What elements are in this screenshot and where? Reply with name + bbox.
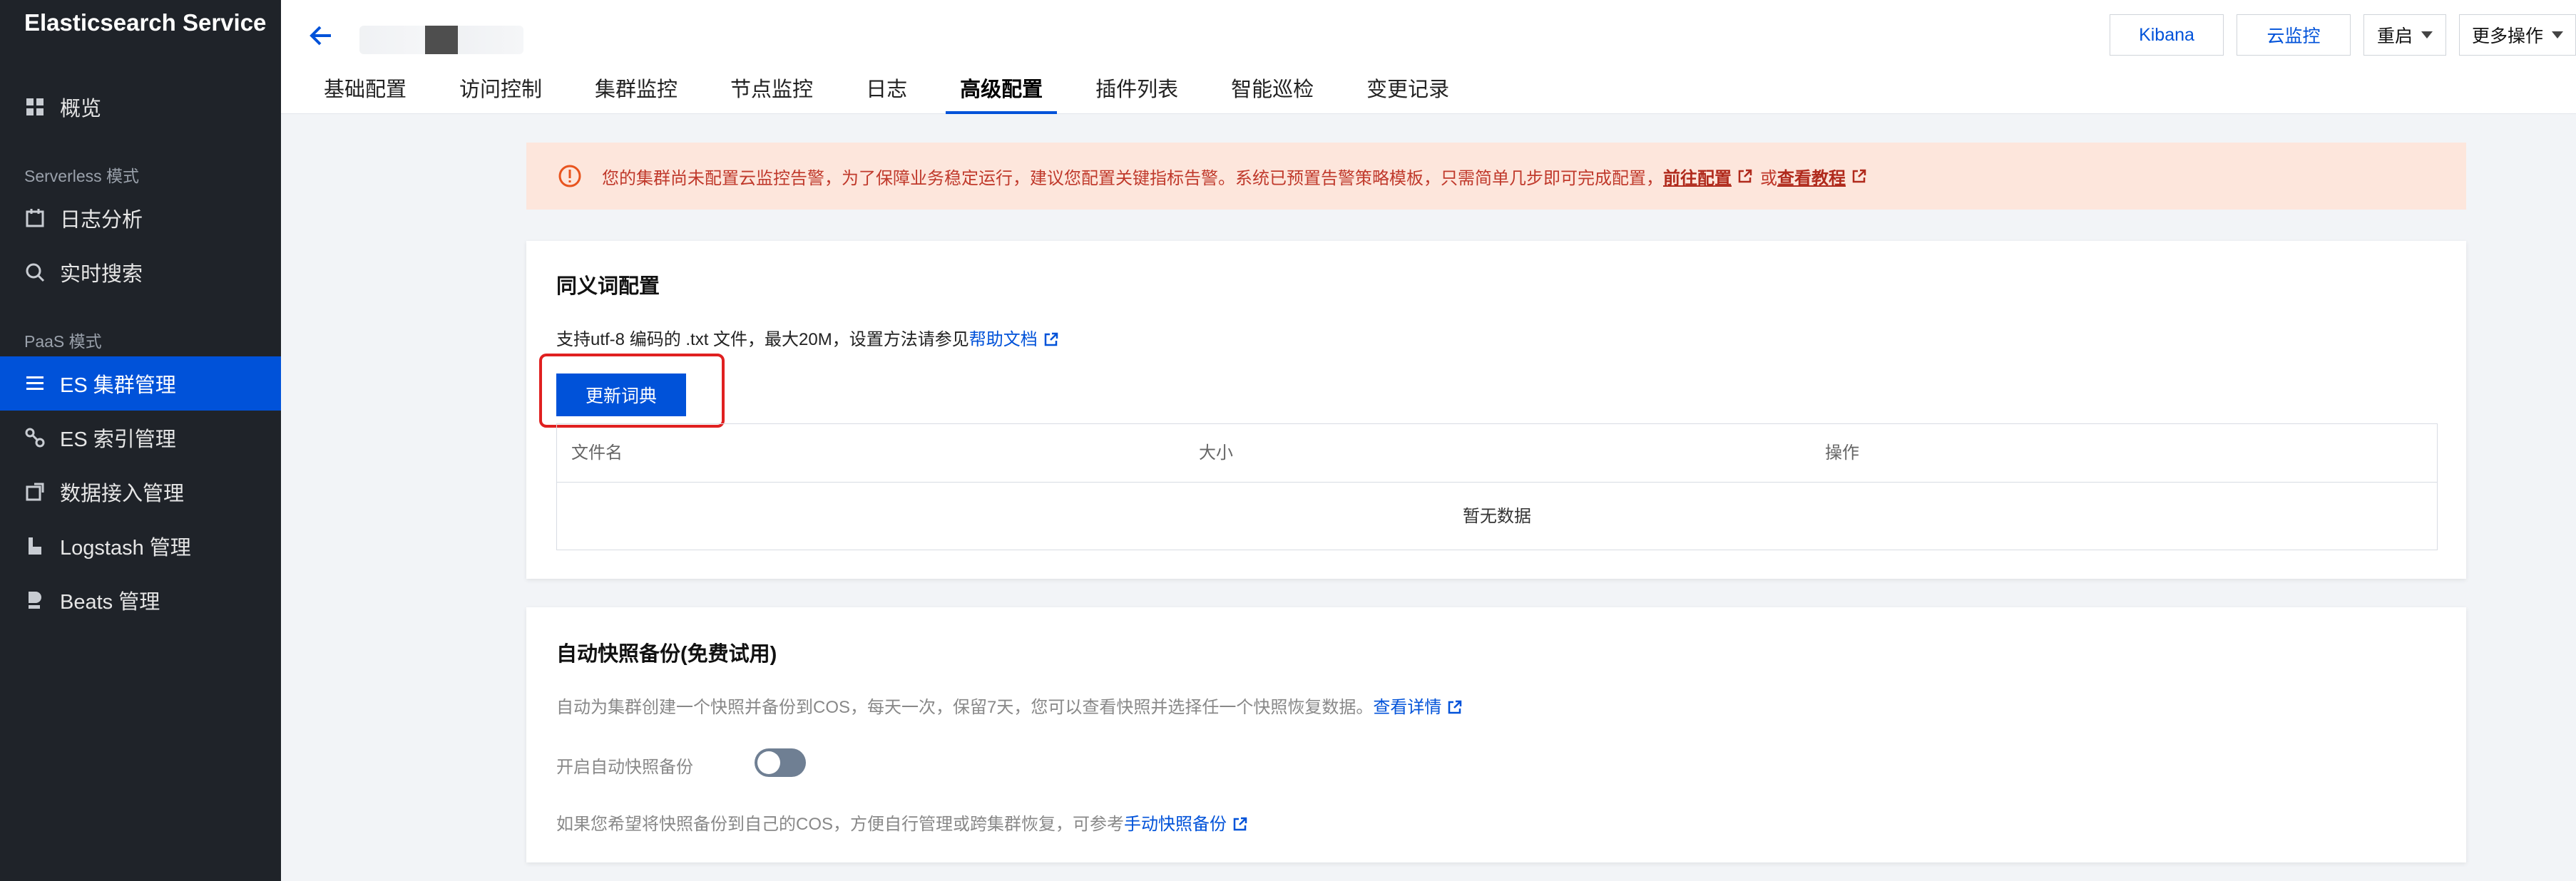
manual-snapshot-description: 如果您希望将快照备份到自己的COS，方便自行管理或跨集群恢复，可参考手动快照备份 xyxy=(556,810,1255,835)
caret-down-icon xyxy=(2552,31,2563,38)
auto-snapshot-toggle[interactable] xyxy=(755,748,806,777)
import-icon xyxy=(24,481,46,503)
sidebar-item-log-analysis[interactable]: 日志分析 xyxy=(0,191,281,245)
tab-advanced-config[interactable]: 高级配置 xyxy=(946,74,1058,114)
cluster-name-redacted xyxy=(359,26,523,54)
grid-icon xyxy=(24,96,46,118)
synonym-card-title: 同义词配置 xyxy=(556,275,660,298)
external-link-icon xyxy=(1232,816,1248,832)
sidebar-item-es-cluster[interactable]: ES 集群管理 xyxy=(0,356,281,411)
caret-down-icon xyxy=(2421,31,2433,38)
manual-snapshot-link[interactable]: 手动快照备份 xyxy=(1124,815,1227,834)
table-empty-state: 暂无数据 xyxy=(1463,507,1531,526)
cloud-monitor-button[interactable]: 云监控 xyxy=(2237,14,2351,56)
section-label-serverless: Serverless 模式 xyxy=(24,167,140,185)
sidebar-item-label: Logstash 管理 xyxy=(60,537,191,560)
external-link-icon xyxy=(1447,699,1463,715)
tab-bar: 基础配置 访问控制 集群监控 节点监控 日志 高级配置 插件列表 智能巡检 变更… xyxy=(324,74,1502,114)
sidebar-item-logstash[interactable]: Logstash 管理 xyxy=(0,519,281,573)
sidebar-item-label: 实时搜索 xyxy=(60,263,143,286)
external-link-icon xyxy=(1737,168,1753,184)
kibana-button[interactable]: Kibana xyxy=(2110,14,2224,56)
monitor-alert-banner: 您的集群尚未配置云监控告警，为了保障业务稳定运行，建议您配置关键指标告警。系统已… xyxy=(526,143,2466,210)
snapshot-toggle-label: 开启自动快照备份 xyxy=(556,758,693,777)
tab-cluster-monitor[interactable]: 集群监控 xyxy=(595,74,678,114)
snapshot-card-title: 自动快照备份(免费试用) xyxy=(556,643,777,666)
go-configure-link[interactable]: 前往配置 xyxy=(1663,164,1732,189)
sidebar-item-label: Beats 管理 xyxy=(60,591,160,614)
more-actions-dropdown[interactable]: 更多操作 xyxy=(2459,14,2576,56)
sidebar: Elasticsearch Service 概览 Serverless 模式 日… xyxy=(0,0,281,881)
page-header: 基础配置 访问控制 集群监控 节点监控 日志 高级配置 插件列表 智能巡检 变更… xyxy=(281,0,2576,114)
warning-circle-icon xyxy=(558,164,582,188)
toggle-knob xyxy=(757,751,780,774)
synonym-file-table: 文件名 大小 操作 暂无数据 xyxy=(556,423,2438,550)
restart-dropdown-label: 重启 xyxy=(2376,26,2413,46)
alert-text: 您的集群尚未配置云监控告警，为了保障业务稳定运行，建议您配置关键指标告警。系统已… xyxy=(602,168,1663,188)
sidebar-item-label: 数据接入管理 xyxy=(60,483,185,505)
auto-snapshot-card: 自动快照备份(免费试用) 自动为集群创建一个快照并备份到COS，每天一次，保留7… xyxy=(526,607,2466,862)
manual-desc-text: 如果您希望将快照备份到自己的COS，方便自行管理或跨集群恢复，可参考 xyxy=(556,815,1125,834)
logstash-icon xyxy=(24,535,46,557)
sidebar-item-label: ES 集群管理 xyxy=(60,374,176,397)
external-link-icon xyxy=(1043,331,1059,347)
beats-icon xyxy=(24,589,46,611)
tab-smart-inspection[interactable]: 智能巡检 xyxy=(1231,74,1314,114)
sidebar-item-overview[interactable]: 概览 xyxy=(0,80,281,134)
external-link-icon xyxy=(1851,168,1867,184)
sidebar-item-label: ES 索引管理 xyxy=(60,428,176,451)
menu-icon xyxy=(24,373,46,394)
sidebar-item-label: 日志分析 xyxy=(60,209,143,232)
column-header-size: 大小 xyxy=(1199,443,1233,463)
column-header-actions: 操作 xyxy=(1825,443,1859,463)
tab-change-log[interactable]: 变更记录 xyxy=(1366,74,1449,114)
tab-plugins[interactable]: 插件列表 xyxy=(1095,74,1178,114)
tab-node-monitor[interactable]: 节点监控 xyxy=(730,74,813,114)
synonym-desc-text: 支持utf-8 编码的 .txt 文件，最大20M，设置方法请参见 xyxy=(556,330,969,349)
snapshot-description: 自动为集群创建一个快照并备份到COS，每天一次，保留7天，您可以查看快照并选择任… xyxy=(556,693,1470,718)
snapshot-desc-text: 自动为集群创建一个快照并备份到COS，每天一次，保留7天，您可以查看快照并选择任… xyxy=(556,698,1374,717)
view-details-link[interactable]: 查看详情 xyxy=(1373,698,1441,717)
kibana-button-label: Kibana xyxy=(2139,24,2194,45)
restart-dropdown[interactable]: 重启 xyxy=(2363,14,2446,56)
sidebar-item-beats[interactable]: Beats 管理 xyxy=(0,573,281,627)
cloud-monitor-button-label: 云监控 xyxy=(2266,26,2321,46)
arrow-left-icon[interactable] xyxy=(307,21,335,50)
section-label-paas: PaaS 模式 xyxy=(24,332,102,351)
sidebar-item-realtime-search[interactable]: 实时搜索 xyxy=(0,245,281,299)
sidebar-item-label: 概览 xyxy=(60,98,102,120)
tab-basic-config[interactable]: 基础配置 xyxy=(324,74,407,114)
brand-title: Elasticsearch Service xyxy=(24,9,267,36)
update-dictionary-button[interactable]: 更新词典 xyxy=(556,373,686,416)
view-tutorial-link[interactable]: 查看教程 xyxy=(1777,164,1846,189)
help-doc-link[interactable]: 帮助文档 xyxy=(969,330,1038,349)
column-header-filename: 文件名 xyxy=(571,443,623,463)
index-icon xyxy=(24,427,46,448)
synonym-description: 支持utf-8 编码的 .txt 文件，最大20M，设置方法请参见帮助文档 xyxy=(556,325,1066,350)
search-icon xyxy=(24,262,46,283)
tab-logs[interactable]: 日志 xyxy=(866,74,907,114)
more-actions-dropdown-label: 更多操作 xyxy=(2471,26,2543,46)
sidebar-item-data-ingest[interactable]: 数据接入管理 xyxy=(0,465,281,519)
sidebar-item-es-index[interactable]: ES 索引管理 xyxy=(0,411,281,465)
calendar-icon xyxy=(24,207,46,229)
tab-access-control[interactable]: 访问控制 xyxy=(459,74,542,114)
synonym-config-card: 同义词配置 支持utf-8 编码的 .txt 文件，最大20M，设置方法请参见帮… xyxy=(526,241,2466,579)
table-header: 文件名 大小 操作 xyxy=(557,424,2437,483)
alert-or-text: 或 xyxy=(1760,168,1777,188)
